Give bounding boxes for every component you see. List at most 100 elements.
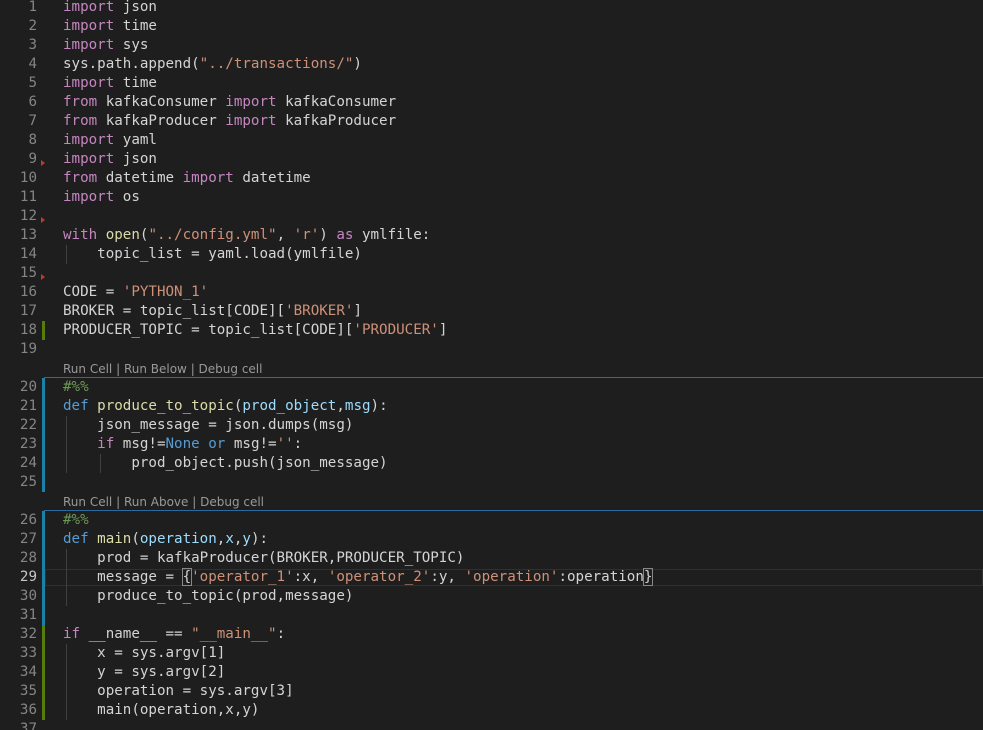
- code-token: produce_to_topic: [97, 398, 234, 414]
- fold-marker-icon[interactable]: [41, 160, 45, 166]
- code-line[interactable]: 17 BROKER = topic_list[CODE]['BROKER']: [0, 302, 983, 321]
- run-cell-link[interactable]: Run Cell: [63, 362, 112, 376]
- code-line[interactable]: 4 sys.path.append("../transactions/"): [0, 55, 983, 74]
- code-token: if: [63, 626, 81, 642]
- codelens-separator: |: [188, 495, 201, 509]
- line-code: prod_object.push(json_message): [63, 454, 387, 473]
- code-token: "__main__": [191, 626, 277, 642]
- code-line[interactable]: 31: [0, 606, 983, 625]
- code-line[interactable]: 5 import time: [0, 74, 983, 93]
- line-code: import os: [63, 188, 140, 207]
- code-token: kafkaProducer: [276, 113, 397, 129]
- code-line[interactable]: 11 import os: [0, 188, 983, 207]
- code-editor[interactable]: 1 import json 2 import time 3 import sys 4 sys.…: [0, 0, 983, 730]
- run-below-link[interactable]: Run Below: [124, 362, 187, 376]
- code-line[interactable]: 15: [0, 264, 983, 283]
- code-line[interactable]: 6 from kafkaConsumer import kafkaConsumer: [0, 93, 983, 112]
- line-number: 13: [19, 227, 37, 243]
- line-code: import sys: [63, 36, 148, 55]
- code-token: #%%: [63, 379, 89, 395]
- code-line[interactable]: 21 def produce_to_topic(prod_object,msg):: [0, 397, 983, 416]
- code-line[interactable]: 24 prod_object.push(json_message): [0, 454, 983, 473]
- code-token: import: [63, 189, 115, 205]
- code-token: main: [97, 531, 132, 547]
- code-token: as: [336, 227, 354, 243]
- code-token: :y,: [430, 569, 465, 585]
- code-token: json: [114, 0, 157, 15]
- code-line[interactable]: 36 main(operation,x,y): [0, 701, 983, 720]
- line-number: 37: [19, 721, 37, 730]
- code-line[interactable]: 27 def main(operation,x,y):: [0, 530, 983, 549]
- fold-marker-icon[interactable]: [41, 274, 45, 280]
- code-token: CODE =: [63, 284, 123, 300]
- line-code: if __name__ == "__main__":: [63, 625, 285, 644]
- line-code: def main(operation,x,y):: [63, 530, 268, 549]
- fold-marker-icon[interactable]: [41, 217, 45, 223]
- line-code: from kafkaConsumer import kafkaConsumer: [63, 93, 396, 112]
- code-line[interactable]: 1 import json: [0, 0, 983, 17]
- git-added-indicator: [42, 701, 45, 720]
- code-token: '': [276, 436, 294, 452]
- run-cell-link[interactable]: Run Cell: [63, 495, 112, 509]
- code-line[interactable]: 22 json_message = json.dumps(msg): [0, 416, 983, 435]
- code-line[interactable]: 37: [0, 720, 983, 730]
- code-line[interactable]: 13 with open("../config.yml", 'r') as yml…: [0, 226, 983, 245]
- code-line[interactable]: 12: [0, 207, 983, 226]
- code-line[interactable]: 34 y = sys.argv[2]: [0, 663, 983, 682]
- line-code: import json: [63, 0, 157, 17]
- code-line[interactable]: 35 operation = sys.argv[3]: [0, 682, 983, 701]
- code-token: from: [63, 113, 98, 129]
- code-token: os: [114, 189, 140, 205]
- code-token: yaml: [114, 132, 157, 148]
- code-line[interactable]: 30 produce_to_topic(prod,message): [0, 587, 983, 606]
- debug-cell-link[interactable]: Debug cell: [199, 362, 263, 376]
- codelens-separator: |: [112, 362, 124, 376]
- code-line[interactable]: 19: [0, 340, 983, 359]
- code-line[interactable]: 2 import time: [0, 17, 983, 36]
- code-token: import: [182, 170, 234, 186]
- code-token: json: [114, 151, 157, 167]
- line-code: operation = sys.argv[3]: [63, 682, 293, 701]
- code-line[interactable]: 16 CODE = 'PYTHON_1': [0, 283, 983, 302]
- code-line[interactable]: 14 topic_list = yaml.load(ymlfile): [0, 245, 983, 264]
- code-line[interactable]: 20 #%%: [0, 378, 983, 397]
- code-token: ]: [353, 303, 362, 319]
- code-token: ,: [336, 398, 345, 414]
- line-number: 20: [19, 379, 37, 395]
- line-number: 22: [19, 417, 37, 433]
- code-line[interactable]: 29 message = {'operator_1':x, 'operator_…: [0, 568, 983, 587]
- code-token: :x,: [293, 569, 328, 585]
- git-modified-indicator: [42, 397, 45, 416]
- code-token: msg!=: [114, 436, 166, 452]
- code-line[interactable]: 18 PRODUCER_TOPIC = topic_list[CODE]['PRO…: [0, 321, 983, 340]
- code-token: 'operation': [464, 569, 559, 585]
- code-token: y: [242, 531, 251, 547]
- code-line[interactable]: 3 import sys: [0, 36, 983, 55]
- code-line[interactable]: 33 x = sys.argv[1]: [0, 644, 983, 663]
- code-line[interactable]: 7 from kafkaProducer import kafkaProducer: [0, 112, 983, 131]
- code-line[interactable]: 10 from datetime import datetime: [0, 169, 983, 188]
- line-number: 10: [19, 170, 37, 186]
- line-number: 2: [28, 18, 37, 34]
- code-line[interactable]: 25: [0, 473, 983, 492]
- line-code: topic_list = yaml.load(ymlfile): [63, 245, 362, 264]
- git-added-indicator: [42, 644, 45, 663]
- debug-cell-link[interactable]: Debug cell: [200, 495, 264, 509]
- line-number: 16: [19, 284, 37, 300]
- run-above-link[interactable]: Run Above: [124, 495, 188, 509]
- code-line[interactable]: 23 if msg!=None or msg!='':: [0, 435, 983, 454]
- line-code: x = sys.argv[1]: [63, 644, 225, 663]
- code-line[interactable]: 32 if __name__ == "__main__":: [0, 625, 983, 644]
- code-line[interactable]: 9 import json: [0, 150, 983, 169]
- line-number: 32: [19, 626, 37, 642]
- line-number: 26: [19, 512, 37, 528]
- code-token: operation: [139, 531, 217, 547]
- code-line[interactable]: 26 #%%: [0, 511, 983, 530]
- code-line[interactable]: 8 import yaml: [0, 131, 983, 150]
- code-token: kafkaConsumer: [97, 94, 226, 110]
- code-token: topic_list = yaml.load(ymlfile): [63, 246, 362, 262]
- code-line[interactable]: 28 prod = kafkaProducer(BROKER,PRODUCER_…: [0, 549, 983, 568]
- line-number: 36: [19, 702, 37, 718]
